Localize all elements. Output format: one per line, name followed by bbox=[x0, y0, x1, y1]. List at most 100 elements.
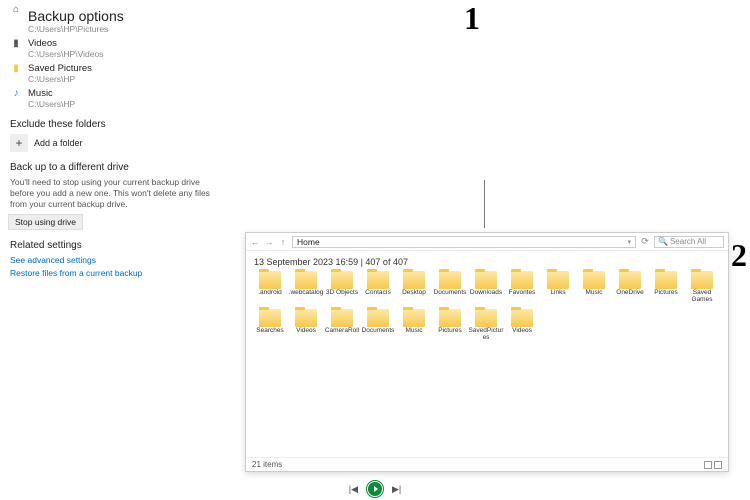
videos-icon: ▮ bbox=[10, 38, 22, 49]
folder-icon bbox=[403, 271, 425, 289]
folder-icon bbox=[295, 309, 317, 327]
folder-label: Desktop bbox=[396, 290, 432, 297]
folder-label: .android bbox=[252, 290, 288, 297]
folder-icon bbox=[331, 271, 353, 289]
play-button[interactable] bbox=[368, 482, 382, 496]
folder-item[interactable]: Links bbox=[540, 271, 576, 303]
folder-item[interactable]: Contacts bbox=[360, 271, 396, 303]
advanced-settings-link[interactable]: See advanced settings bbox=[10, 255, 238, 265]
nav-up-icon[interactable]: ↑ bbox=[278, 237, 288, 247]
explorer-icon-grid: .android.webcatalog3D ObjectsContactsDes… bbox=[246, 271, 728, 347]
folder-label: 3D Objects bbox=[324, 290, 360, 297]
folder-item[interactable]: Documents bbox=[360, 309, 396, 341]
folder-item[interactable]: Downloads bbox=[468, 271, 504, 303]
folder-icon bbox=[439, 271, 461, 289]
folder-saved-pictures[interactable]: ▮ Saved Pictures C:\Users\HP bbox=[10, 63, 238, 84]
folder-label: Pictures bbox=[432, 328, 468, 335]
folder-label: Saved Games bbox=[684, 290, 720, 303]
related-heading: Related settings bbox=[10, 240, 238, 251]
diff-drive-heading: Back up to a different drive bbox=[10, 162, 238, 173]
folder-icon bbox=[655, 271, 677, 289]
diff-drive-desc: You'll need to stop using your current b… bbox=[10, 177, 220, 210]
folder-icon bbox=[475, 309, 497, 327]
folder-label: CameraRoll bbox=[324, 328, 360, 335]
folder-label: Searches bbox=[252, 328, 288, 335]
folder-icon bbox=[475, 271, 497, 289]
status-text: 21 items bbox=[252, 460, 282, 469]
folder-label: Favorites bbox=[504, 290, 540, 297]
folder-item[interactable]: Videos bbox=[504, 309, 540, 341]
folder-icon bbox=[295, 271, 317, 289]
folder-item[interactable]: Desktop bbox=[396, 271, 432, 303]
add-folder-label: Add a folder bbox=[34, 138, 83, 148]
file-explorer-window: ← → ↑ Home ▾ ⟳ 🔍 Search All 13 September… bbox=[245, 232, 729, 472]
folder-item[interactable]: Favorites bbox=[504, 271, 540, 303]
explorer-toolbar: ← → ↑ Home ▾ ⟳ 🔍 Search All bbox=[246, 233, 728, 251]
folder-label: Documents bbox=[432, 290, 468, 297]
folder-label: Contacts bbox=[360, 290, 396, 297]
folder-label: OneDrive bbox=[612, 290, 648, 297]
folder-label: Music bbox=[396, 328, 432, 335]
folder-icon bbox=[691, 271, 713, 289]
address-text: Home bbox=[297, 237, 320, 247]
folder-label: Links bbox=[540, 290, 576, 297]
folder-label: Videos bbox=[288, 328, 324, 335]
folder-item[interactable]: .android bbox=[252, 271, 288, 303]
search-placeholder: Search All bbox=[670, 237, 706, 246]
folder-item[interactable]: 3D Objects bbox=[324, 271, 360, 303]
folder-videos[interactable]: ▮ Videos C:\Users\HP\Videos bbox=[10, 38, 238, 59]
nav-back-icon[interactable]: ← bbox=[250, 237, 260, 247]
divider bbox=[484, 180, 485, 228]
folder-label: .webcatalog bbox=[288, 290, 324, 297]
next-button[interactable]: ▶| bbox=[392, 484, 401, 495]
folder-item[interactable]: Videos bbox=[288, 309, 324, 341]
search-icon: 🔍 bbox=[658, 237, 668, 246]
folder-item[interactable]: Pictures bbox=[432, 309, 468, 341]
search-input[interactable]: 🔍 Search All bbox=[654, 236, 724, 248]
folder-label: SavedPictures bbox=[468, 328, 504, 341]
nav-fwd-icon[interactable]: → bbox=[264, 237, 274, 247]
folder-label: Music bbox=[576, 290, 612, 297]
folder-icon bbox=[511, 309, 533, 327]
folder-label: Downloads bbox=[468, 290, 504, 297]
refresh-icon[interactable]: ⟳ bbox=[640, 236, 650, 247]
folder-icon bbox=[583, 271, 605, 289]
folder-item[interactable]: Music bbox=[396, 309, 432, 341]
folder-item[interactable]: SavedPictures bbox=[468, 309, 504, 341]
folder-name: Saved Pictures bbox=[28, 63, 92, 74]
add-folder-button[interactable]: + Add a folder bbox=[10, 134, 238, 152]
folder-icon bbox=[259, 309, 281, 327]
folder-icon: ▮ bbox=[10, 63, 22, 74]
folder-icon bbox=[331, 309, 353, 327]
folder-music[interactable]: ♪ Music C:\Users\HP bbox=[10, 88, 238, 109]
annotation-marker-2: 2 bbox=[731, 237, 747, 274]
exclude-heading: Exclude these folders bbox=[10, 119, 238, 130]
plus-icon: + bbox=[10, 134, 28, 152]
play-icon bbox=[374, 486, 378, 492]
restore-files-link[interactable]: Restore files from a current backup bbox=[10, 268, 238, 278]
folder-name: Videos bbox=[28, 38, 103, 49]
folder-icon bbox=[619, 271, 641, 289]
folder-item[interactable]: Pictures bbox=[648, 271, 684, 303]
folder-item[interactable]: OneDrive bbox=[612, 271, 648, 303]
folder-path: C:\Users\HP bbox=[28, 74, 92, 84]
music-icon: ♪ bbox=[10, 88, 22, 99]
folder-item[interactable]: Music bbox=[576, 271, 612, 303]
folder-item[interactable]: CameraRoll bbox=[324, 309, 360, 341]
folder-item[interactable]: Saved Games bbox=[684, 271, 720, 303]
stop-using-drive-button[interactable]: Stop using drive bbox=[8, 214, 83, 230]
chevron-down-icon[interactable]: ▾ bbox=[627, 238, 631, 246]
slideshow-controls: |◀ ▶| bbox=[0, 482, 750, 496]
folder-icon bbox=[439, 309, 461, 327]
folder-item[interactable]: Searches bbox=[252, 309, 288, 341]
folder-item[interactable]: Documents bbox=[432, 271, 468, 303]
header-row: ⌂ Backup options C:\Users\HP\Pictures bbox=[10, 4, 238, 34]
folder-label: Pictures bbox=[648, 290, 684, 297]
prev-button[interactable]: |◀ bbox=[349, 484, 358, 495]
address-bar[interactable]: Home ▾ bbox=[292, 236, 636, 248]
status-bar: 21 items bbox=[246, 457, 728, 471]
page-title: Backup options bbox=[28, 8, 124, 24]
folder-label: Videos bbox=[504, 328, 540, 335]
view-toggle[interactable] bbox=[704, 461, 722, 469]
folder-item[interactable]: .webcatalog bbox=[288, 271, 324, 303]
